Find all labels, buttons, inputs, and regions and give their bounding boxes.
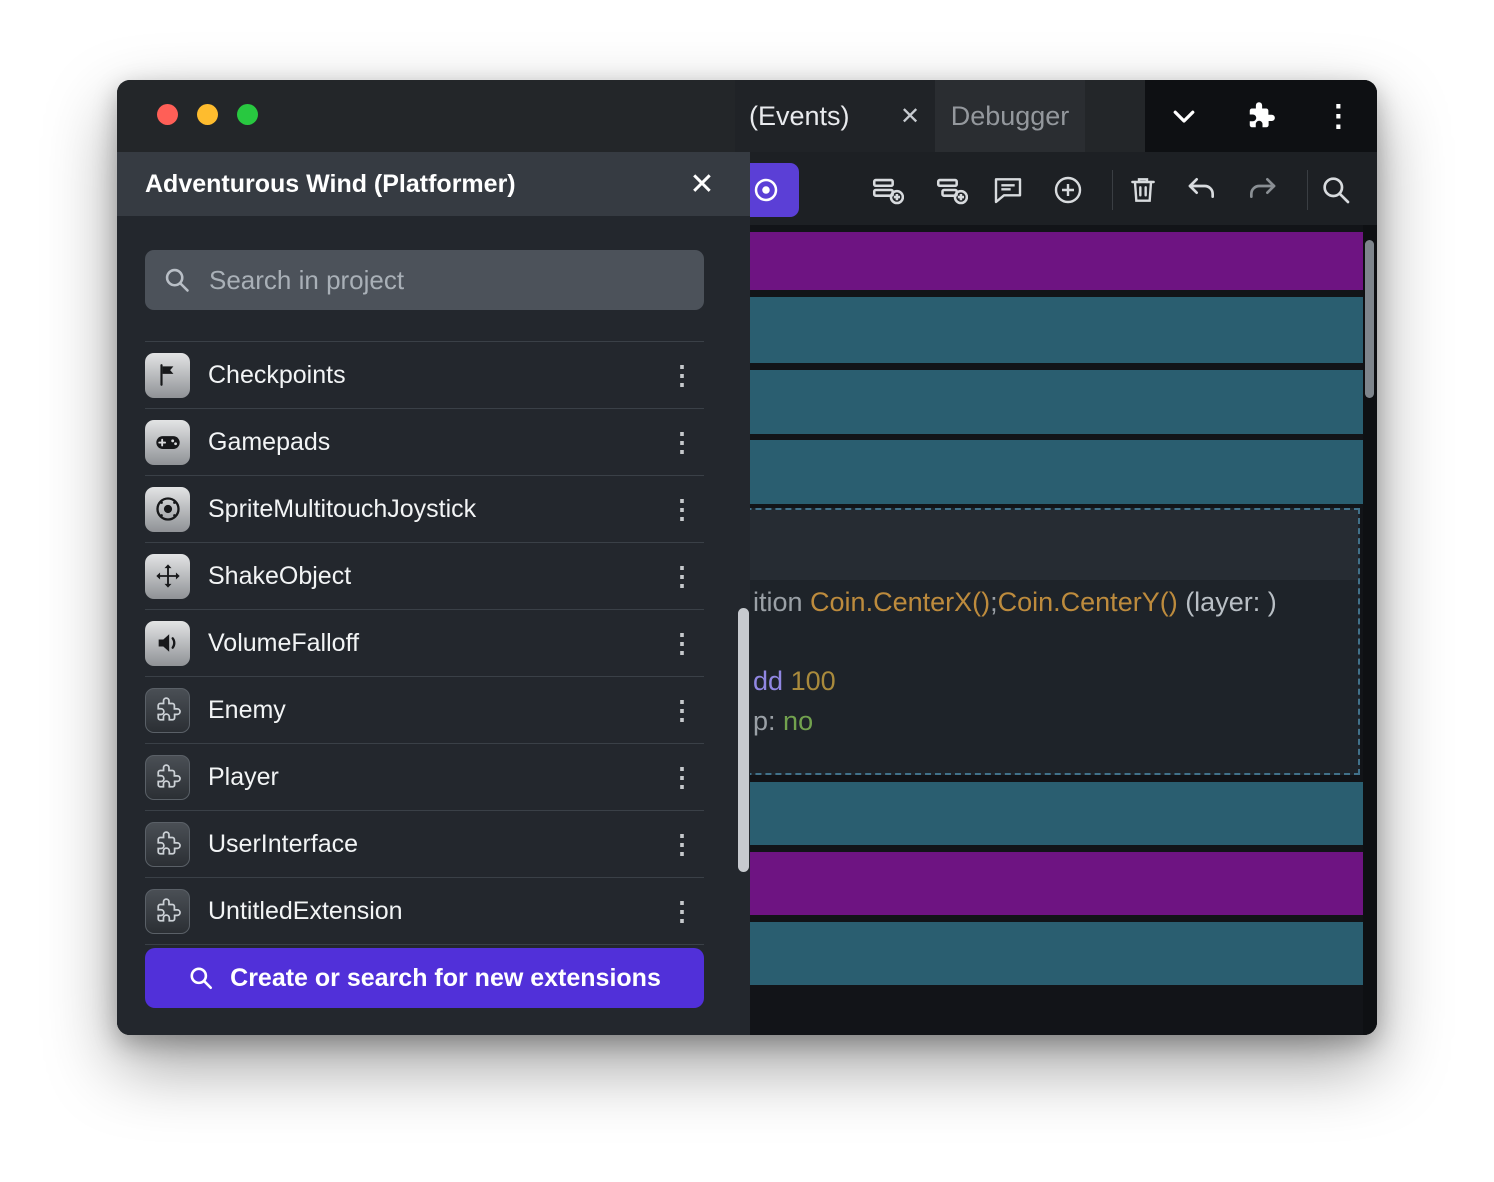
list-item-volumefalloff[interactable]: VolumeFalloff ⋮ [145, 610, 704, 677]
item-menu-icon[interactable]: ⋮ [660, 554, 704, 598]
item-menu-icon[interactable]: ⋮ [660, 822, 704, 866]
close-traffic-light[interactable] [157, 104, 178, 125]
item-menu-icon[interactable]: ⋮ [660, 688, 704, 732]
project-manager-modal: Adventurous Wind (Platformer) ✕ Checkpoi… [117, 152, 750, 1035]
window-menu-icon[interactable]: ⋮ [1323, 99, 1353, 134]
search-icon [188, 965, 214, 991]
toolbar-divider [1307, 170, 1308, 210]
create-extension-button[interactable]: Create or search for new extensions [145, 948, 704, 1008]
modal-title: Adventurous Wind (Platformer) [145, 170, 516, 199]
search-events-icon[interactable] [1313, 167, 1359, 213]
item-menu-icon[interactable]: ⋮ [660, 889, 704, 933]
redo-icon[interactable] [1239, 167, 1285, 213]
add-more-icon[interactable] [1045, 167, 1091, 213]
puzzle-icon [145, 889, 190, 934]
list-item-untitledextension[interactable]: UntitledExtension ⋮ [145, 878, 704, 945]
tab-debugger-label: Debugger [951, 101, 1070, 132]
list-item-label: Enemy [208, 696, 660, 725]
list-item-label: UntitledExtension [208, 897, 660, 926]
list-item-enemy[interactable]: Enemy ⋮ [145, 677, 704, 744]
add-comment-icon[interactable] [985, 167, 1031, 213]
list-item-gamepads[interactable]: Gamepads ⋮ [145, 409, 704, 476]
chevron-down-icon[interactable] [1169, 101, 1199, 131]
list-item-label: SpriteMultitouchJoystick [208, 495, 660, 524]
list-item-player[interactable]: Player ⋮ [145, 744, 704, 811]
puzzle-icon [145, 688, 190, 733]
list-item-label: Player [208, 763, 660, 792]
minimize-traffic-light[interactable] [197, 104, 218, 125]
screenshot-stage: (Events) ✕ Debugger ⋮ [0, 0, 1494, 1182]
event-action-line-1[interactable]: ition Coin.CenterX();Coin.CenterY() (lay… [753, 587, 1277, 618]
toolbar-divider [1112, 170, 1113, 210]
project-search-box[interactable] [145, 250, 704, 310]
list-item-label: VolumeFalloff [208, 629, 660, 658]
modal-header: Adventurous Wind (Platformer) ✕ [117, 152, 750, 216]
code-expression: Coin.CenterY() [998, 587, 1178, 617]
list-item-label: UserInterface [208, 830, 660, 859]
list-item-checkpoints[interactable]: Checkpoints ⋮ [145, 341, 704, 409]
move-arrows-icon [145, 554, 190, 599]
event-action-line-3[interactable]: p: no [753, 706, 813, 737]
add-event-icon[interactable] [864, 167, 910, 213]
list-item-spritemultitouchjoystick[interactable]: SpriteMultitouchJoystick ⋮ [145, 476, 704, 543]
list-item-label: ShakeObject [208, 562, 660, 591]
delete-icon[interactable] [1120, 167, 1166, 213]
tab-events-close-icon[interactable]: ✕ [887, 80, 933, 152]
undo-icon[interactable] [1179, 167, 1225, 213]
code-fragment: ition [753, 587, 810, 617]
zoom-traffic-light[interactable] [237, 104, 258, 125]
search-input[interactable] [207, 264, 686, 297]
item-menu-icon[interactable]: ⋮ [660, 755, 704, 799]
item-menu-icon[interactable]: ⋮ [660, 487, 704, 531]
gamepad-icon [145, 420, 190, 465]
tab-debugger[interactable]: Debugger [935, 80, 1085, 152]
title-bar: (Events) ✕ Debugger ⋮ [117, 80, 1377, 152]
titlebar-right-actions: ⋮ [1145, 80, 1377, 152]
code-keyword: dd [753, 666, 783, 696]
search-icon [163, 266, 191, 294]
add-subevent-icon[interactable] [928, 167, 974, 213]
code-number: 100 [791, 666, 836, 696]
flag-icon [145, 353, 190, 398]
create-extension-label: Create or search for new extensions [230, 964, 661, 993]
modal-close-icon[interactable]: ✕ [680, 162, 724, 206]
code-separator: ; [990, 587, 998, 617]
event-action-line-2[interactable]: dd 100 [753, 666, 836, 697]
joystick-icon [145, 487, 190, 532]
list-item-shakeobject[interactable]: ShakeObject ⋮ [145, 543, 704, 610]
code-boolean: no [783, 706, 813, 736]
app-window: (Events) ✕ Debugger ⋮ [117, 80, 1377, 1035]
list-item-label: Checkpoints [208, 361, 660, 390]
volume-icon [145, 621, 190, 666]
code-key: p: [753, 706, 776, 736]
project-items-list: Checkpoints ⋮ Gamepads ⋮ SpriteMultitouc… [145, 341, 704, 945]
list-item-userinterface[interactable]: UserInterface ⋮ [145, 811, 704, 878]
tab-events-label: (Events) [749, 101, 850, 132]
modal-edge-scrollbar-thumb[interactable] [738, 608, 749, 872]
code-expression: Coin.CenterX() [810, 587, 990, 617]
puzzle-icon [145, 755, 190, 800]
code-layer-suffix: (layer: ) [1178, 587, 1277, 617]
item-menu-icon[interactable]: ⋮ [660, 353, 704, 397]
item-menu-icon[interactable]: ⋮ [660, 621, 704, 665]
puzzle-icon [145, 822, 190, 867]
item-menu-icon[interactable]: ⋮ [660, 420, 704, 464]
extensions-puzzle-icon[interactable] [1246, 101, 1276, 131]
list-item-label: Gamepads [208, 428, 660, 457]
events-scrollbar-thumb[interactable] [1365, 240, 1374, 398]
